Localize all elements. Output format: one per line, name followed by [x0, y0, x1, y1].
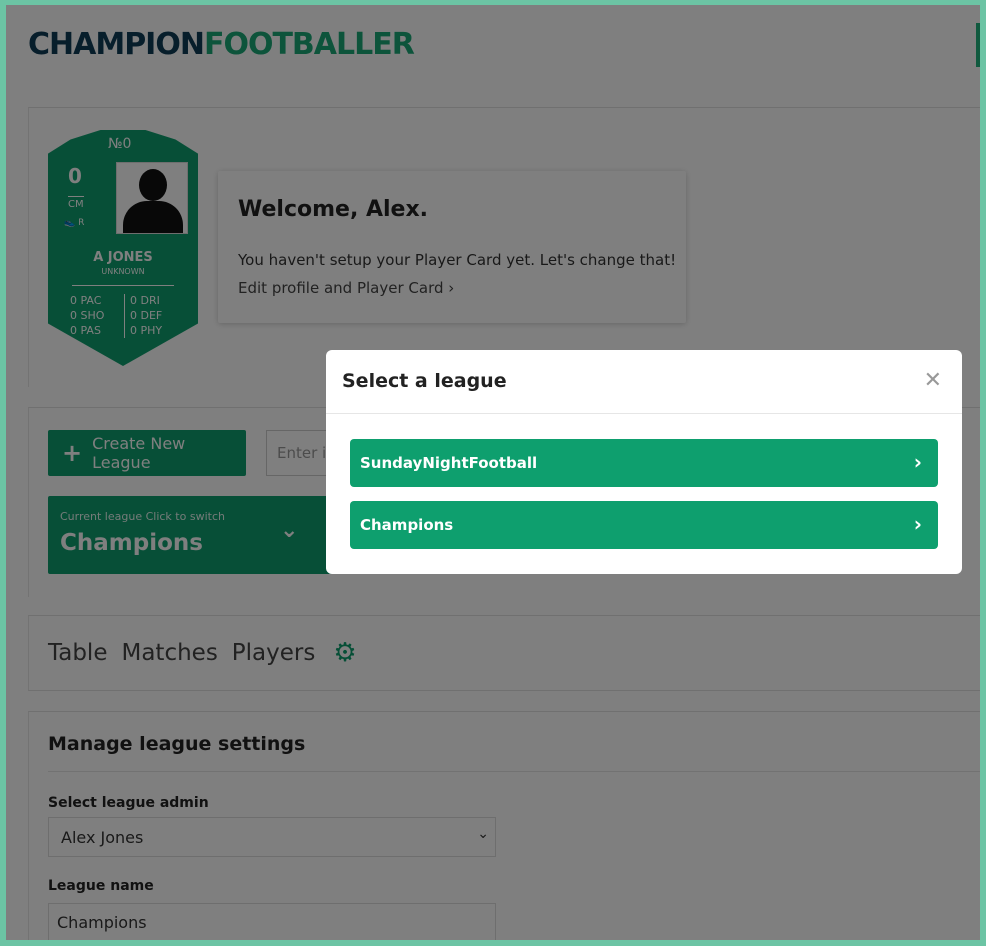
league-option-champions[interactable]: Champions ›: [350, 501, 938, 549]
modal-header: Select a league ✕: [326, 350, 962, 414]
league-option-label: Champions: [360, 516, 454, 534]
modal-title: Select a league: [342, 370, 507, 392]
app-frame: CHAMPIONFOOTBALLER №0 0 CM 👟 R A JONES U…: [6, 5, 980, 940]
select-league-modal: Select a league ✕ SundayNightFootball › …: [326, 350, 962, 574]
close-icon[interactable]: ✕: [924, 368, 942, 393]
chevron-right-icon: ›: [913, 512, 922, 536]
chevron-right-icon: ›: [913, 450, 922, 474]
league-option-label: SundayNightFootball: [360, 454, 538, 472]
league-option-sundaynightfootball[interactable]: SundayNightFootball ›: [350, 439, 938, 487]
